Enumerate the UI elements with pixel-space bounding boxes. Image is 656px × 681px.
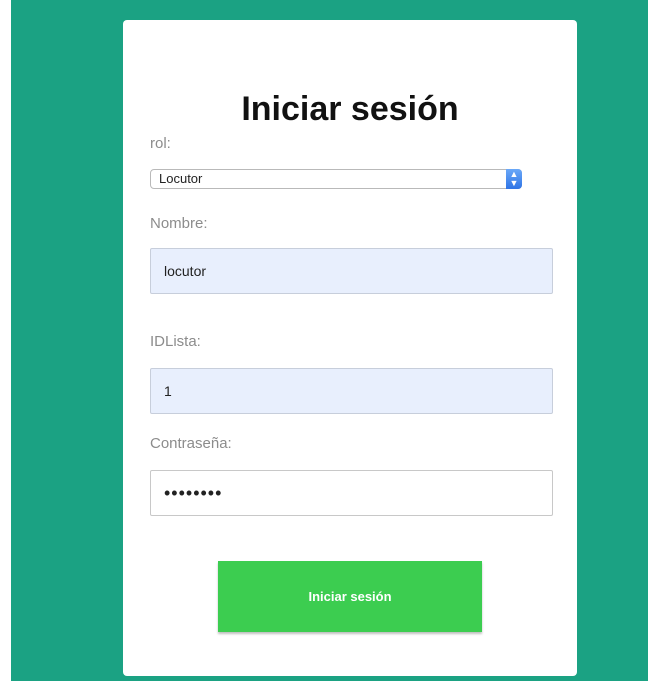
idlista-label: IDLista: bbox=[150, 333, 201, 350]
page-title: Iniciar sesión bbox=[241, 90, 459, 128]
nombre-label: Nombre: bbox=[150, 215, 208, 232]
password-label: Contraseña: bbox=[150, 435, 232, 452]
page-background: Iniciar sesión rol: Locutor ▲ ▼ Nombre: l… bbox=[11, 0, 648, 681]
rol-select[interactable]: Locutor ▲ ▼ bbox=[150, 169, 522, 189]
rol-select-value: Locutor bbox=[159, 171, 203, 186]
login-button[interactable]: Iniciar sesión bbox=[218, 561, 482, 632]
login-card: Iniciar sesión rol: Locutor ▲ ▼ Nombre: l… bbox=[123, 20, 577, 676]
nombre-input[interactable]: locutor bbox=[150, 248, 553, 294]
rol-label: rol: bbox=[150, 135, 171, 152]
password-input[interactable]: •••••••• bbox=[150, 470, 553, 516]
idlista-input[interactable]: 1 bbox=[150, 368, 553, 414]
select-arrows-icon: ▲ ▼ bbox=[506, 169, 522, 189]
